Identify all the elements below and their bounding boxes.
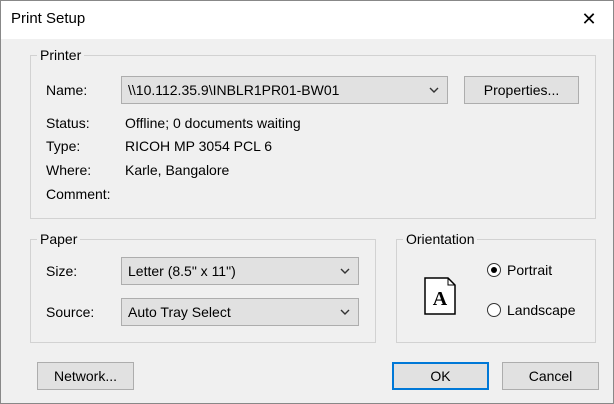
where-value: Karle, Bangalore (125, 162, 230, 178)
paper-group: Paper (30, 231, 376, 343)
portrait-page-icon: A (424, 277, 456, 315)
chevron-down-icon (340, 309, 350, 315)
dialog-title: Print Setup (11, 10, 86, 27)
portrait-label: Portrait (507, 262, 553, 278)
landscape-label: Landscape (507, 302, 576, 318)
printer-name-value: \\10.112.35.9\INBLR1PR01-BW01 (128, 82, 340, 98)
portrait-radio[interactable]: Portrait (487, 262, 552, 278)
paper-size-value: Letter (8.5" x 11") (128, 263, 236, 279)
comment-label: Comment: (46, 186, 111, 202)
orientation-group-legend: Orientation (406, 231, 475, 247)
properties-button[interactable]: Properties... (464, 76, 579, 104)
printer-group: Printer (30, 47, 596, 219)
status-label: Status: (46, 115, 90, 131)
network-button[interactable]: Network... (37, 362, 134, 390)
chevron-down-icon (429, 87, 439, 93)
ok-button[interactable]: OK (392, 362, 489, 390)
radio-checked-icon (487, 263, 501, 277)
size-label: Size: (46, 263, 78, 279)
chevron-down-icon (340, 268, 350, 274)
name-label: Name: (46, 82, 88, 98)
type-label: Type: (46, 138, 81, 154)
paper-source-value: Auto Tray Select (128, 304, 231, 320)
close-icon[interactable]: ✕ (567, 1, 611, 37)
printer-name-select[interactable]: \\10.112.35.9\INBLR1PR01-BW01 (121, 76, 448, 104)
source-label: Source: (46, 304, 95, 320)
paper-source-select[interactable]: Auto Tray Select (121, 298, 359, 326)
radio-unchecked-icon (487, 303, 501, 317)
title-bar: Print Setup ✕ (1, 1, 613, 39)
print-setup-dialog: Print Setup ✕ Printer Name: \\10.112.35.… (0, 0, 614, 404)
printer-group-legend: Printer (40, 47, 82, 63)
status-value: Offline; 0 documents waiting (125, 115, 301, 131)
type-value: RICOH MP 3054 PCL 6 (125, 138, 273, 154)
where-label: Where: (46, 162, 92, 178)
cancel-button[interactable]: Cancel (502, 362, 599, 390)
page-glyph: A (433, 288, 448, 310)
paper-size-select[interactable]: Letter (8.5" x 11") (121, 257, 359, 285)
paper-group-legend: Paper (40, 231, 78, 247)
landscape-radio[interactable]: Landscape (487, 302, 576, 318)
